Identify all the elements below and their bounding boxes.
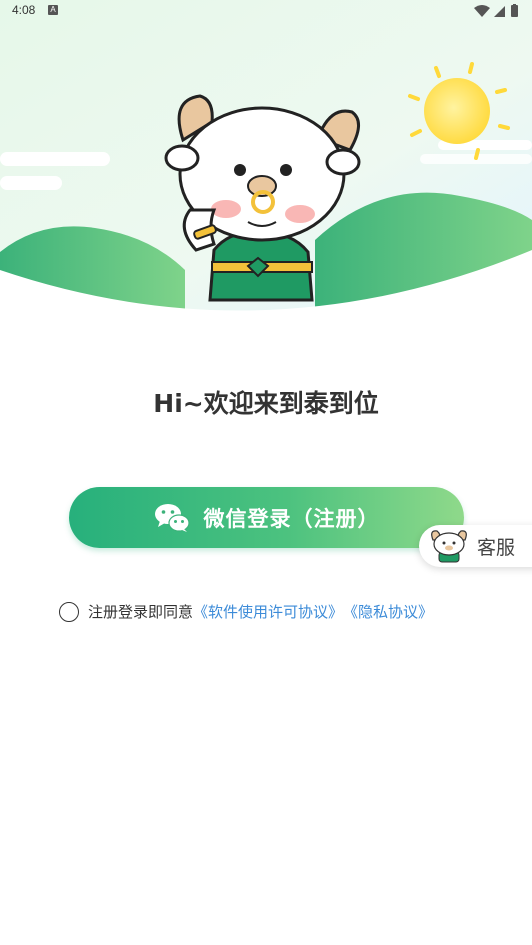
wechat-login-button[interactable]: 微信登录（注册） xyxy=(69,487,464,548)
license-agreement-link[interactable]: 《软件使用许可协议》 xyxy=(193,601,343,622)
battery-icon xyxy=(511,4,518,17)
wechat-login-label: 微信登录（注册） xyxy=(203,506,380,531)
agreement-row: 注册登录即同意 《软件使用许可协议》 《隐私协议》 xyxy=(59,601,433,622)
status-time: 4:08 xyxy=(12,3,36,17)
status-bar: 4:08 A xyxy=(0,0,532,22)
agreement-checkbox[interactable] xyxy=(59,601,79,622)
mascot-avatar-icon xyxy=(431,530,467,563)
customer-service-button[interactable]: 客服 xyxy=(419,525,532,567)
privacy-policy-link[interactable]: 《隐私协议》 xyxy=(343,601,433,622)
status-icons xyxy=(474,3,522,22)
welcome-title: Hi~欢迎来到泰到位 xyxy=(153,389,379,418)
notification-icon: A xyxy=(48,5,58,15)
agreement-prefix: 注册登录即同意 xyxy=(88,603,194,621)
wifi-icon xyxy=(474,5,490,17)
hero-illustration xyxy=(0,0,532,320)
signal-icon xyxy=(494,6,505,17)
wechat-icon xyxy=(154,503,190,532)
customer-service-label: 客服 xyxy=(477,536,516,559)
